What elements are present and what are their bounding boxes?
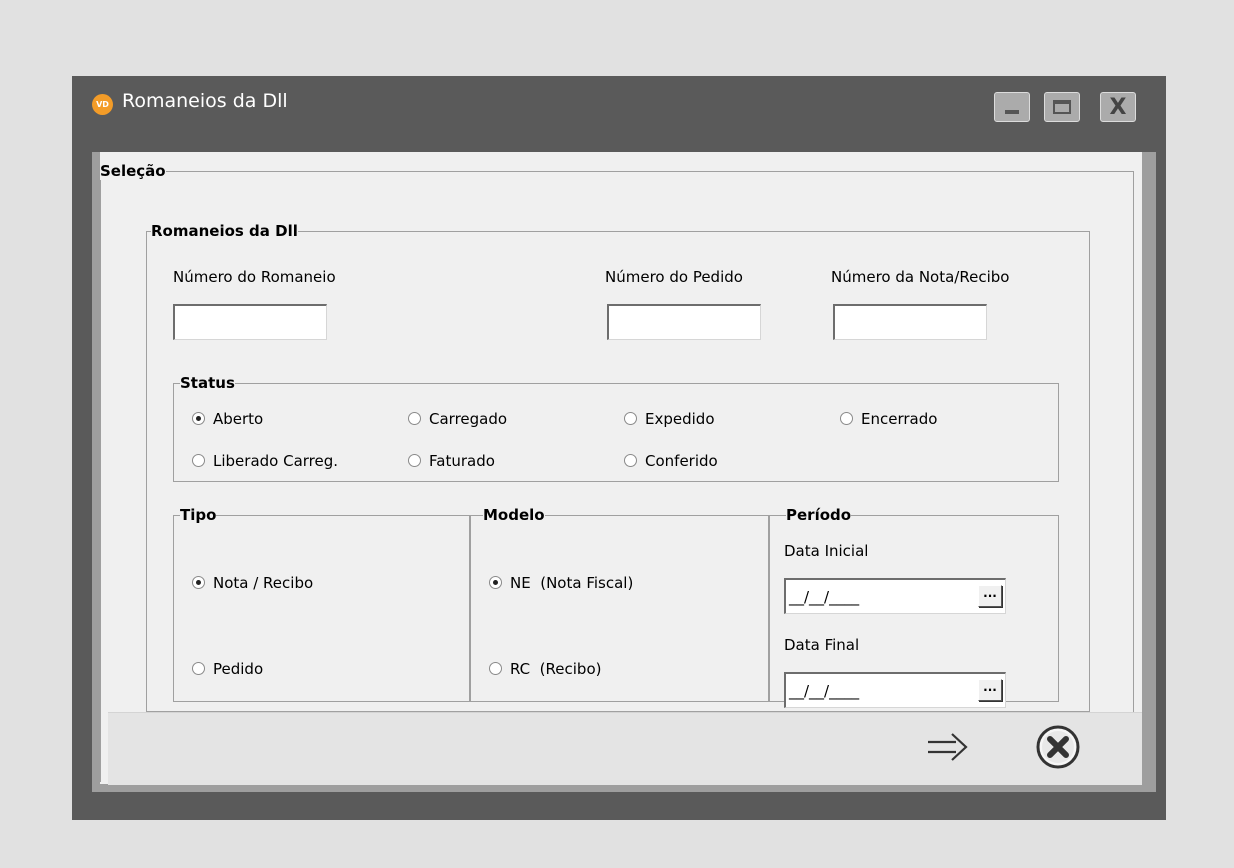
form-area: Seleção Romaneios da Dll Número do Roman… bbox=[100, 152, 1142, 785]
radio-label: Nota / Recibo bbox=[213, 574, 314, 592]
main-window: VD Romaneios da Dll X Seleção Romaneios … bbox=[72, 76, 1166, 820]
status-radio-liberado-carreg[interactable]: Liberado Carreg. bbox=[192, 452, 338, 470]
radio-unchecked-icon bbox=[624, 454, 637, 467]
radio-label: Liberado Carreg. bbox=[213, 452, 339, 470]
tipo-radio-pedido[interactable]: Pedido bbox=[192, 660, 263, 678]
button-bar bbox=[108, 712, 1142, 785]
radio-unchecked-icon bbox=[408, 454, 421, 467]
data-inicial-label: Data Inicial bbox=[784, 542, 869, 560]
radio-label: Pedido bbox=[213, 660, 264, 678]
app-logo-icon: VD bbox=[92, 94, 113, 115]
numero-nota-label: Número da Nota/Recibo bbox=[831, 268, 1010, 286]
radio-unchecked-icon bbox=[192, 662, 205, 675]
window-title: Romaneios da Dll bbox=[122, 90, 288, 112]
status-radio-encerrado[interactable]: Encerrado bbox=[840, 410, 937, 428]
status-radio-faturado[interactable]: Faturado bbox=[408, 452, 495, 470]
status-radio-conferido[interactable]: Conferido bbox=[624, 452, 718, 470]
radio-unchecked-icon bbox=[624, 412, 637, 425]
data-inicial-picker-button[interactable]: ... bbox=[978, 585, 1002, 607]
numero-pedido-label: Número do Pedido bbox=[605, 268, 743, 286]
radio-unchecked-icon bbox=[408, 412, 421, 425]
numero-romaneio-label: Número do Romaneio bbox=[173, 268, 336, 286]
radio-unchecked-icon bbox=[192, 454, 205, 467]
tipo-radio-nota-recibo[interactable]: Nota / Recibo bbox=[192, 574, 313, 592]
periodo-legend: Período bbox=[786, 506, 852, 524]
selecao-legend: Seleção bbox=[100, 162, 166, 180]
radio-label: Aberto bbox=[213, 410, 264, 428]
tipo-group: Tipo Nota / Recibo Pedido bbox=[173, 506, 470, 702]
minimize-icon bbox=[1005, 110, 1019, 114]
tipo-legend: Tipo bbox=[180, 506, 217, 524]
numero-romaneio-input[interactable] bbox=[173, 304, 327, 340]
maximize-button[interactable] bbox=[1044, 92, 1080, 122]
numero-nota-input[interactable] bbox=[833, 304, 987, 340]
next-arrow-button[interactable] bbox=[926, 729, 970, 765]
data-final-mask: __/__/____ bbox=[789, 682, 860, 700]
radio-checked-icon bbox=[192, 412, 205, 425]
data-final-picker-button[interactable]: ... bbox=[978, 679, 1002, 701]
modelo-radio-rc[interactable]: RC (Recibo) bbox=[489, 660, 601, 678]
numero-pedido-input[interactable] bbox=[607, 304, 761, 340]
status-group: Status Aberto Carregado Expedido Encerra… bbox=[173, 374, 1059, 482]
status-legend: Status bbox=[180, 374, 235, 392]
modelo-radio-ne[interactable]: NE (Nota Fiscal) bbox=[489, 574, 633, 592]
data-final-input[interactable]: __/__/____ ... bbox=[784, 672, 1006, 708]
cancel-circle-x-icon bbox=[1036, 725, 1080, 769]
status-radio-carregado[interactable]: Carregado bbox=[408, 410, 507, 428]
cancel-button[interactable] bbox=[1034, 723, 1082, 771]
modelo-group: Modelo NE (Nota Fiscal) RC (Recibo) bbox=[470, 506, 769, 702]
radio-label: Carregado bbox=[429, 410, 508, 428]
radio-label: Faturado bbox=[429, 452, 495, 470]
modelo-legend: Modelo bbox=[483, 506, 545, 524]
data-inicial-mask: __/__/____ bbox=[789, 588, 860, 606]
radio-label: Conferido bbox=[645, 452, 718, 470]
radio-unchecked-icon bbox=[840, 412, 853, 425]
arrow-right-icon bbox=[928, 733, 968, 761]
radio-label: NE (Nota Fiscal) bbox=[510, 574, 634, 592]
minimize-button[interactable] bbox=[994, 92, 1030, 122]
title-bar[interactable]: VD Romaneios da Dll X bbox=[72, 76, 1166, 136]
radio-unchecked-icon bbox=[489, 662, 502, 675]
maximize-icon bbox=[1053, 100, 1071, 114]
radio-checked-icon bbox=[192, 576, 205, 589]
data-inicial-input[interactable]: __/__/____ ... bbox=[784, 578, 1006, 614]
status-radio-expedido[interactable]: Expedido bbox=[624, 410, 715, 428]
window-client-area: Seleção Romaneios da Dll Número do Roman… bbox=[92, 152, 1156, 792]
romaneios-group: Romaneios da Dll Número do Romaneio Núme… bbox=[146, 222, 1090, 712]
data-final-label: Data Final bbox=[784, 636, 860, 654]
status-radio-aberto[interactable]: Aberto bbox=[192, 410, 263, 428]
radio-label: RC (Recibo) bbox=[510, 660, 602, 678]
romaneios-legend: Romaneios da Dll bbox=[151, 222, 298, 240]
radio-label: Expedido bbox=[645, 410, 715, 428]
radio-label: Encerrado bbox=[861, 410, 938, 428]
close-button[interactable]: X bbox=[1100, 92, 1136, 122]
close-icon: X bbox=[1109, 95, 1127, 120]
radio-checked-icon bbox=[489, 576, 502, 589]
periodo-group: Período Data Inicial __/__/____ ... Data… bbox=[769, 506, 1059, 708]
